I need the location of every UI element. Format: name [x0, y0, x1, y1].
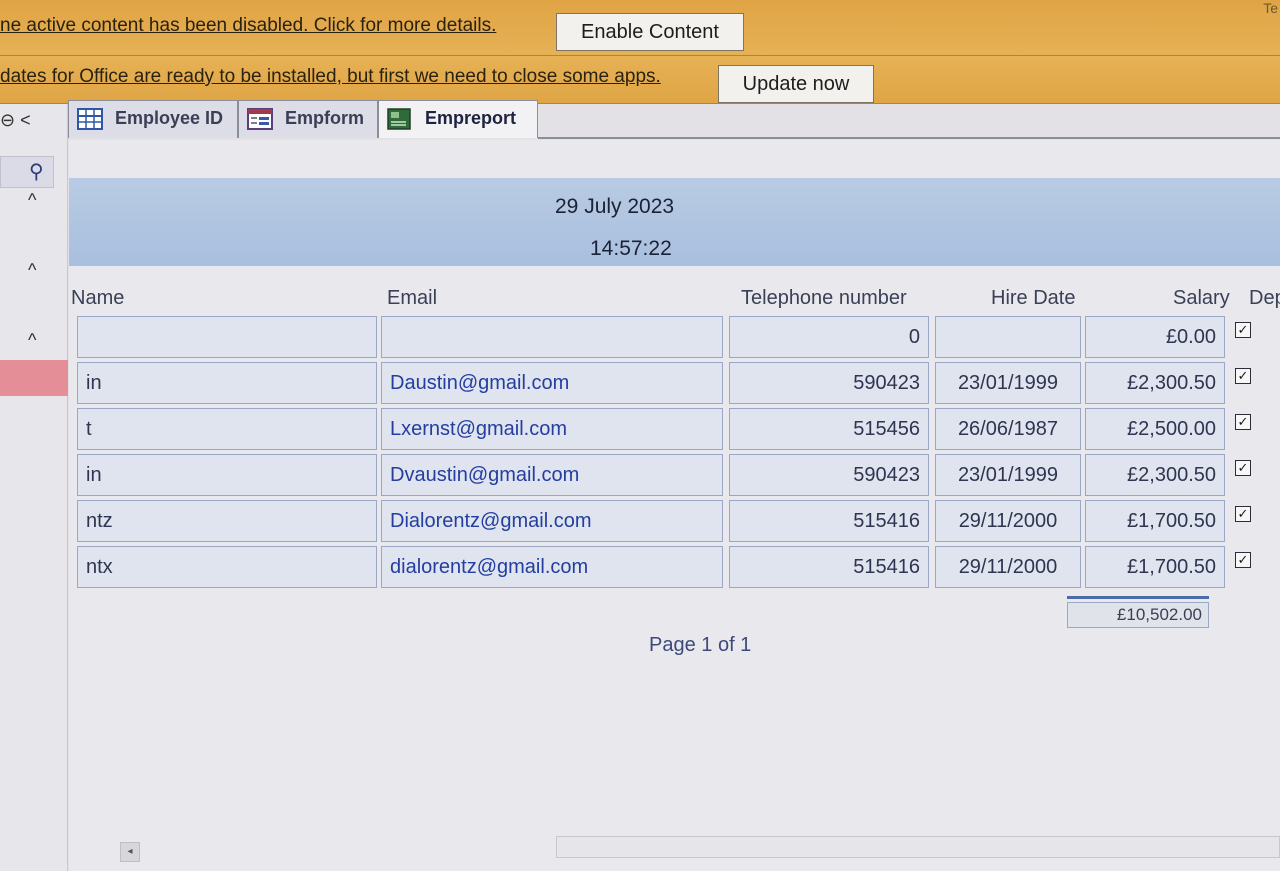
- name-cell: ntz: [77, 500, 377, 542]
- column-header-name: Name: [71, 287, 125, 309]
- security-warning-bar: ne active content has been disabled. Cli…: [0, 0, 1280, 56]
- tab-strip-divider: [538, 137, 1280, 139]
- tab-label: Empform: [285, 108, 365, 128]
- total-divider: [1067, 596, 1209, 599]
- hire-date-cell: 23/01/1999: [935, 362, 1081, 404]
- page-number: Page 1 of 1: [649, 634, 752, 656]
- report-date: 29 July 2023: [555, 195, 675, 218]
- form-icon: [247, 108, 273, 130]
- tab-empreport[interactable]: Empreport: [378, 100, 538, 138]
- telephone-cell: 590423: [729, 362, 929, 404]
- horizontal-scrollbar[interactable]: [556, 836, 1280, 858]
- checkbox-checked-icon: ✓: [1235, 460, 1251, 476]
- telephone-cell: 515416: [729, 546, 929, 588]
- salary-cell: £2,300.50: [1085, 362, 1225, 404]
- salary-total: £10,502.00: [1067, 602, 1209, 628]
- report-icon: [387, 108, 411, 130]
- tab-label: Empreport: [425, 108, 517, 128]
- column-header-hire-date: Hire Date: [991, 287, 1076, 309]
- tab-employee-id[interactable]: Employee ID: [68, 100, 238, 138]
- column-header-telephone: Telephone number: [741, 287, 907, 309]
- hire-date-cell: 23/01/1999: [935, 454, 1081, 496]
- hire-date-cell: 29/11/2000: [935, 546, 1081, 588]
- telephone-cell: 515416: [729, 500, 929, 542]
- email-cell: Dvaustin@gmail.com: [381, 454, 723, 496]
- tab-label: Employee ID: [115, 108, 224, 128]
- salary-cell: £2,500.00: [1085, 408, 1225, 450]
- report-header-band: [69, 178, 1280, 266]
- email-cell: [381, 316, 723, 358]
- email-cell: dialorentz@gmail.com: [381, 546, 723, 588]
- hire-date-cell: 29/11/2000: [935, 500, 1081, 542]
- checkbox-checked-icon: ✓: [1235, 322, 1251, 338]
- checkbox-checked-icon: ✓: [1235, 368, 1251, 384]
- checkbox-checked-icon: ✓: [1235, 414, 1251, 430]
- table-row: in Daustin@gmail.com 590423 23/01/1999 £…: [69, 362, 1280, 406]
- chevron-up-icon[interactable]: ^: [28, 330, 36, 351]
- chevron-up-icon[interactable]: ^: [28, 260, 36, 281]
- scroll-left-arrow-icon[interactable]: ◂: [120, 842, 140, 862]
- telephone-cell: 590423: [729, 454, 929, 496]
- salary-cell: £1,700.50: [1085, 546, 1225, 588]
- report-view: 29 July 2023 14:57:22 Name Email Telepho…: [69, 140, 1280, 871]
- email-cell: Lxernst@gmail.com: [381, 408, 723, 450]
- salary-cell: £0.00: [1085, 316, 1225, 358]
- column-header-email: Email: [387, 287, 438, 309]
- enable-content-button[interactable]: Enable Content: [556, 13, 744, 51]
- chevron-up-icon[interactable]: ^: [28, 190, 36, 211]
- nav-search-box[interactable]: ⚲: [0, 156, 54, 188]
- table-row: in Dvaustin@gmail.com 590423 23/01/1999 …: [69, 454, 1280, 498]
- name-cell: [77, 316, 377, 358]
- report-time: 14:57:22: [590, 237, 672, 260]
- salary-cell: £1,700.50: [1085, 500, 1225, 542]
- security-warning-link[interactable]: ne active content has been disabled. Cli…: [0, 15, 496, 37]
- name-cell: in: [77, 454, 377, 496]
- checkbox-checked-icon: ✓: [1235, 506, 1251, 522]
- update-notification-bar: dates for Office are ready to be install…: [0, 56, 1280, 104]
- document-tabs: Employee ID Empform Empreport: [68, 100, 1280, 140]
- column-header-salary: Salary: [1173, 287, 1230, 309]
- table-row: ntz Dialorentz@gmail.com 515416 29/11/20…: [69, 500, 1280, 544]
- search-icon: ⚲: [29, 161, 44, 183]
- telephone-cell: 515456: [729, 408, 929, 450]
- email-cell: Daustin@gmail.com: [381, 362, 723, 404]
- table-icon: [77, 108, 103, 130]
- table-row: t Lxernst@gmail.com 515456 26/06/1987 £2…: [69, 408, 1280, 452]
- nav-selected-item[interactable]: [0, 360, 68, 396]
- hire-date-cell: [935, 316, 1081, 358]
- checkbox-checked-icon: ✓: [1235, 552, 1251, 568]
- hire-date-cell: 26/06/1987: [935, 408, 1081, 450]
- tab-empform[interactable]: Empform: [238, 100, 378, 138]
- update-notification-link[interactable]: dates for Office are ready to be install…: [0, 66, 661, 88]
- table-row: 0 £0.00 ✓: [69, 316, 1280, 360]
- name-cell: ntx: [77, 546, 377, 588]
- name-cell: t: [77, 408, 377, 450]
- table-row: ntx dialorentz@gmail.com 515416 29/11/20…: [69, 546, 1280, 590]
- column-header-dept: Dep: [1249, 287, 1280, 309]
- email-cell: Dialorentz@gmail.com: [381, 500, 723, 542]
- ribbon-corner-label: Te: [1263, 0, 1278, 16]
- navigation-pane-collapsed: ⊖ < ⚲ ^ ^ ^: [0, 104, 68, 871]
- nav-pane-toggle[interactable]: ⊖ <: [0, 110, 31, 131]
- telephone-cell: 0: [729, 316, 929, 358]
- update-now-button[interactable]: Update now: [718, 65, 874, 103]
- salary-cell: £2,300.50: [1085, 454, 1225, 496]
- name-cell: in: [77, 362, 377, 404]
